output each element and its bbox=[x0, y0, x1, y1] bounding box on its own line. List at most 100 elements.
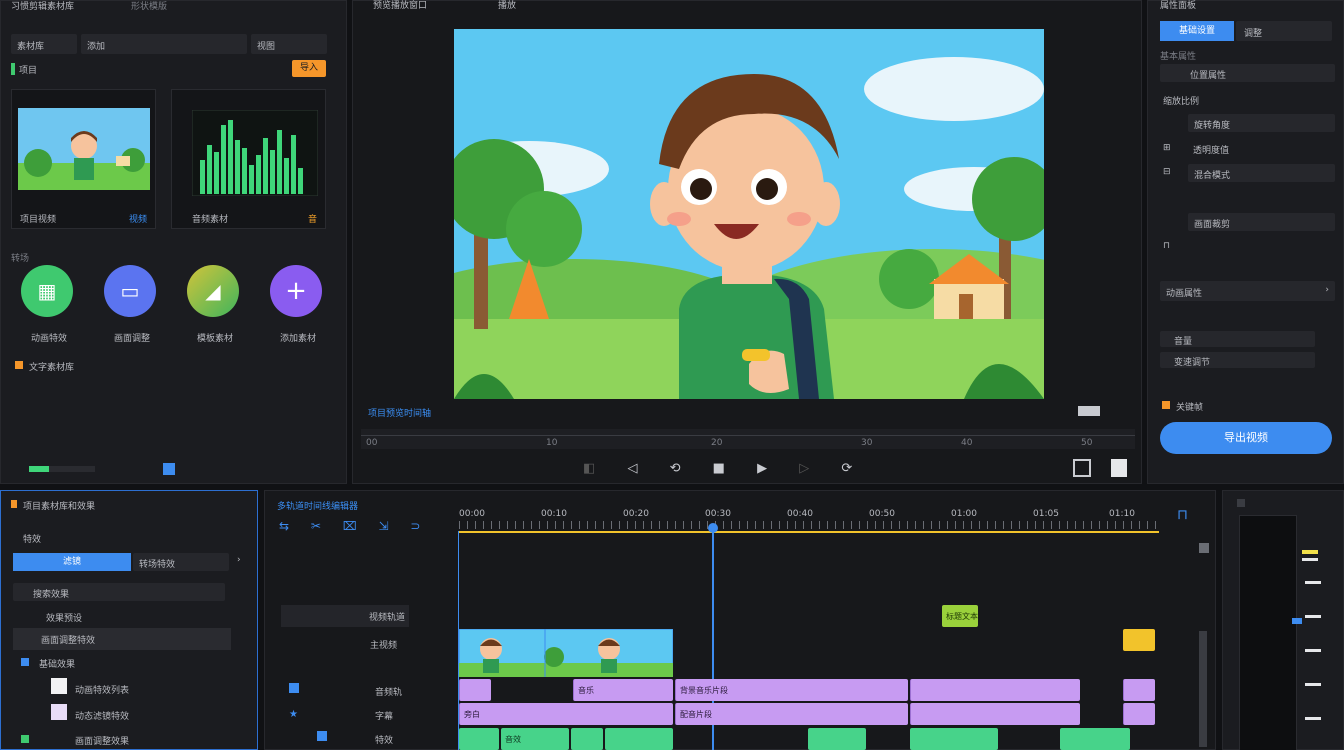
footer-label[interactable]: 文字素材库 bbox=[29, 360, 74, 373]
voice-clip[interactable]: 配音片段 bbox=[675, 703, 908, 725]
meter-handle[interactable] bbox=[1292, 618, 1302, 624]
skip-back-icon[interactable]: ◧ bbox=[583, 461, 595, 476]
fx-clip[interactable] bbox=[605, 728, 673, 750]
toggle-icon[interactable] bbox=[163, 463, 175, 475]
export-button[interactable]: 导出视频 bbox=[1160, 422, 1332, 454]
media-thumb-audio[interactable]: 音频素材 音 bbox=[171, 89, 326, 229]
prev-frame-icon[interactable]: ◁ bbox=[627, 461, 637, 476]
audio-clip[interactable] bbox=[459, 679, 491, 701]
trim-tool-icon[interactable]: ⌧ bbox=[343, 519, 357, 533]
tool-label: 添加素材 bbox=[280, 334, 317, 344]
volume-field[interactable]: 音量 bbox=[1160, 331, 1315, 347]
timeline-scrollbar[interactable] bbox=[1199, 631, 1207, 747]
effects-title: 项目素材库和效果 bbox=[23, 502, 96, 512]
position-field[interactable]: 位置属性 bbox=[1160, 64, 1335, 82]
select-tool-icon[interactable]: ⇆ bbox=[279, 519, 289, 533]
next-frame-icon[interactable]: ▷ bbox=[799, 461, 809, 476]
search-input[interactable]: 添加 bbox=[81, 34, 247, 54]
audio-clip[interactable]: 背景音乐片段 bbox=[675, 679, 908, 701]
ruler-label: 10 bbox=[546, 438, 558, 448]
effects-search[interactable]: 搜索效果 bbox=[13, 583, 225, 601]
animation-section[interactable]: 动画属性 › bbox=[1160, 281, 1335, 301]
row-label: 音量 bbox=[1174, 337, 1193, 347]
grid-icon[interactable]: ⊞ bbox=[1163, 143, 1171, 153]
marker-clip[interactable] bbox=[1123, 629, 1155, 651]
fx-clip[interactable] bbox=[459, 728, 499, 750]
effect-item[interactable]: 效果预设 bbox=[46, 611, 82, 624]
effect-item[interactable]: 画面调整效果 bbox=[75, 734, 129, 747]
meter-tick bbox=[1305, 615, 1321, 618]
snapshot-icon[interactable] bbox=[1111, 459, 1127, 477]
opacity-field[interactable]: 混合模式 bbox=[1188, 164, 1335, 182]
fx-clip[interactable] bbox=[910, 728, 998, 750]
item-marker bbox=[21, 735, 29, 743]
speed-field[interactable]: 变速调节 bbox=[1160, 352, 1315, 368]
audio-clip[interactable] bbox=[1123, 679, 1155, 701]
scale-field[interactable]: 旋转角度 bbox=[1188, 114, 1335, 132]
play-icon[interactable]: ▶ bbox=[757, 461, 767, 476]
star-icon[interactable]: ★ bbox=[289, 709, 298, 720]
fx-clip[interactable]: 音效 bbox=[501, 728, 569, 750]
film-icon[interactable]: ▦ bbox=[21, 265, 73, 317]
search-placeholder: 添加 bbox=[87, 42, 106, 52]
search-tab[interactable]: 素材库 bbox=[11, 34, 77, 54]
rewind-icon[interactable]: ⟲ bbox=[670, 461, 681, 476]
effect-item[interactable]: 基础效果 bbox=[39, 657, 75, 670]
voice-clip[interactable] bbox=[910, 703, 1080, 725]
preview-ruler[interactable]: 00 10 20 30 40 50 bbox=[361, 429, 1135, 449]
scroll-top-icon[interactable] bbox=[1199, 543, 1209, 553]
track-mute-icon[interactable] bbox=[289, 683, 299, 693]
preview-subtitle[interactable]: 播放 bbox=[498, 0, 516, 11]
meter-tick bbox=[1302, 558, 1318, 561]
video-clip[interactable] bbox=[459, 629, 673, 677]
loop-icon[interactable]: ⟳ bbox=[841, 461, 852, 476]
snap-tool-icon[interactable]: ⊃ bbox=[410, 519, 420, 533]
level-meter bbox=[1239, 515, 1318, 750]
blend-field[interactable]: 画面裁剪 bbox=[1188, 213, 1335, 231]
track-fx-icon[interactable] bbox=[317, 731, 327, 741]
meter-menu-icon[interactable] bbox=[1237, 499, 1245, 507]
layers-icon[interactable]: ⊟ bbox=[1163, 167, 1171, 177]
media-thumb-video[interactable]: 项目视频 视频 bbox=[11, 89, 156, 229]
split-tool-icon[interactable]: ✂ bbox=[311, 519, 321, 533]
audio-clip[interactable]: 音乐 bbox=[573, 679, 673, 701]
track-header[interactable]: 视频轨道 bbox=[281, 605, 409, 627]
effect-item-selected[interactable]: 画面调整特效 bbox=[13, 628, 231, 650]
magnet-icon[interactable]: ⊓ bbox=[1177, 507, 1188, 523]
title-clip[interactable]: 标题文本 bbox=[942, 605, 978, 627]
tab-filters[interactable]: 滤镜 bbox=[13, 553, 131, 571]
effect-item[interactable]: 动画特效列表 bbox=[75, 683, 129, 696]
volume-track[interactable] bbox=[29, 466, 95, 472]
video-preview-frame[interactable] bbox=[454, 29, 1044, 399]
import-button[interactable]: 导入 bbox=[292, 60, 326, 77]
tab-basic[interactable]: 基础设置 bbox=[1160, 21, 1234, 41]
frame-icon[interactable]: ▭ bbox=[104, 265, 156, 317]
fx-clip[interactable] bbox=[1060, 728, 1130, 750]
plus-icon[interactable]: + bbox=[270, 265, 322, 317]
keyframe-label[interactable]: 关键帧 bbox=[1176, 400, 1203, 413]
fit-button[interactable] bbox=[1078, 406, 1100, 416]
stop-icon[interactable]: ■ bbox=[713, 461, 725, 476]
tab-adjust[interactable]: 调整 bbox=[1236, 21, 1332, 41]
timeline-ruler[interactable]: 00:00 00:10 00:20 00:30 00:40 00:50 01:0… bbox=[459, 507, 1159, 533]
crop-icon[interactable]: ⊓ bbox=[1163, 241, 1170, 251]
effect-item[interactable]: 动态滤镜特效 bbox=[75, 709, 129, 722]
fx-clip[interactable] bbox=[808, 728, 866, 750]
volume-fill bbox=[29, 466, 49, 472]
folder-label[interactable]: 项目 bbox=[19, 63, 37, 76]
tab-media[interactable]: 习惯剪辑素材库 bbox=[11, 0, 74, 12]
tab-transitions[interactable]: 转场特效 bbox=[133, 553, 229, 571]
fullscreen-icon[interactable] bbox=[1073, 459, 1091, 477]
ripple-tool-icon[interactable]: ⇲ bbox=[378, 519, 388, 533]
audio-clip[interactable] bbox=[910, 679, 1080, 701]
chevron-right-icon[interactable]: › bbox=[237, 555, 241, 565]
scale-label: 缩放比例 bbox=[1163, 97, 1200, 107]
fx-clip[interactable] bbox=[571, 728, 603, 750]
voice-clip[interactable]: 旁白 bbox=[459, 703, 673, 725]
voice-clip[interactable] bbox=[1123, 703, 1155, 725]
template-icon[interactable]: ◢ bbox=[187, 265, 239, 317]
view-toggle[interactable]: 视图 bbox=[251, 34, 327, 54]
inspector-title: 属性面板 bbox=[1160, 1, 1197, 11]
tab-shapes[interactable]: 形状模版 bbox=[131, 0, 167, 12]
ruler-label: 00:10 bbox=[541, 509, 567, 519]
